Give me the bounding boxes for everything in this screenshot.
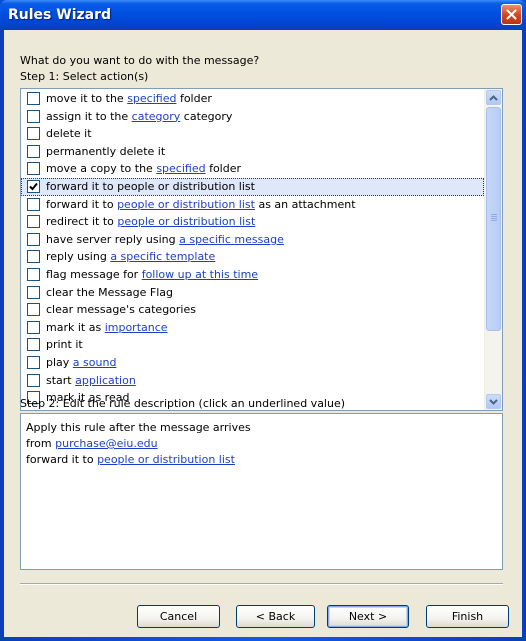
cancel-button[interactable]: Cancel xyxy=(137,605,220,628)
action-checkbox[interactable] xyxy=(27,285,40,299)
action-item[interactable]: assign it to the category category xyxy=(21,108,484,126)
action-item[interactable]: forward it to people or distribution lis… xyxy=(21,177,484,196)
action-text: redirect it to xyxy=(46,215,118,229)
grip-line xyxy=(491,220,497,221)
close-icon xyxy=(506,9,517,20)
question-label: What do you want to do with the message? xyxy=(20,54,260,67)
action-text: move it to the xyxy=(46,92,128,105)
action-item[interactable]: reply using a specific template xyxy=(21,248,484,266)
description-line: from purchase@eiu.edu xyxy=(26,436,497,452)
step1-label: Step 1: Select action(s) xyxy=(20,70,149,83)
description-line: forward it to people or distribution lis… xyxy=(26,452,497,468)
action-item[interactable]: flag message for follow up at this time xyxy=(21,266,484,284)
action-item[interactable]: have server reply using a specific messa… xyxy=(21,231,484,249)
chevron-down-icon xyxy=(489,398,498,405)
action-item[interactable]: mark it as importance xyxy=(21,319,484,337)
close-button[interactable] xyxy=(501,4,522,25)
action-value-link[interactable]: a specific message xyxy=(179,233,284,246)
action-checkbox[interactable] xyxy=(27,250,40,264)
action-text: delete it xyxy=(46,127,92,141)
action-text: forward it to xyxy=(46,197,118,211)
recipients-link[interactable]: people or distribution list xyxy=(97,453,235,466)
action-value-link[interactable]: application xyxy=(75,374,136,387)
action-value-link[interactable]: category xyxy=(132,110,181,123)
back-button[interactable]: < Back xyxy=(236,605,315,628)
action-text: assign it to the xyxy=(46,109,132,123)
action-checkbox[interactable] xyxy=(27,197,40,211)
action-item[interactable]: play a sound xyxy=(21,354,484,372)
action-checkbox[interactable] xyxy=(27,109,40,123)
grip-line xyxy=(491,218,497,219)
action-item[interactable]: redirect it to people or distribution li… xyxy=(21,213,484,231)
action-text: start xyxy=(46,373,76,387)
action-checkbox[interactable] xyxy=(27,303,40,317)
action-checkbox[interactable] xyxy=(27,232,40,246)
action-text: mark it as xyxy=(46,320,105,334)
scroll-thumb[interactable] xyxy=(486,107,501,331)
actions-scrollbar[interactable] xyxy=(484,89,502,410)
action-checkbox[interactable] xyxy=(27,338,40,352)
next-button[interactable]: Next > xyxy=(327,605,409,628)
action-checkbox[interactable] xyxy=(27,373,40,387)
action-text: clear message's categories xyxy=(46,303,196,317)
description-text: forward it to xyxy=(26,453,98,466)
action-item[interactable]: forward it to people or distribution lis… xyxy=(21,196,484,214)
action-item[interactable]: start application xyxy=(21,372,484,390)
action-value-link[interactable]: a specific template xyxy=(110,250,215,263)
action-checkbox[interactable] xyxy=(27,162,40,176)
action-text: folder xyxy=(205,162,242,176)
action-item[interactable]: print it xyxy=(21,336,484,354)
action-text: category xyxy=(180,109,233,123)
separator xyxy=(20,583,503,585)
action-text: flag message for xyxy=(46,267,142,281)
action-text: print it xyxy=(46,338,83,352)
action-checkbox[interactable] xyxy=(27,92,40,105)
finish-button[interactable]: Finish xyxy=(426,605,509,628)
rule-description-box[interactable]: Apply this rule after the message arrive… xyxy=(20,413,503,570)
checkmark-icon xyxy=(29,182,38,191)
action-value-link[interactable]: importance xyxy=(105,321,168,334)
action-value-link[interactable]: a sound xyxy=(73,356,117,369)
action-item[interactable]: move it to the specified folder xyxy=(21,90,484,108)
action-value-link[interactable]: follow up at this time xyxy=(142,268,258,281)
description-line: Apply this rule after the message arrive… xyxy=(26,421,251,434)
action-text: have server reply using xyxy=(46,232,180,246)
action-value-link[interactable]: people or distribution list xyxy=(117,215,255,228)
actions-list[interactable]: move it to the specified folder assign it… xyxy=(20,88,503,411)
grip-line xyxy=(491,214,497,215)
scroll-down-button[interactable] xyxy=(486,394,501,409)
action-item[interactable]: permanently delete it xyxy=(21,143,484,161)
action-item[interactable]: move a copy to the specified folder xyxy=(21,160,484,178)
action-text: move a copy to the xyxy=(46,162,157,176)
action-checkbox[interactable] xyxy=(27,320,40,334)
action-value-link[interactable]: people or distribution list xyxy=(117,198,255,211)
action-checkbox[interactable] xyxy=(27,179,40,193)
action-checkbox[interactable] xyxy=(27,267,40,281)
sender-address-link[interactable]: purchase@eiu.edu xyxy=(55,437,158,450)
action-text: permanently delete it xyxy=(46,144,166,158)
action-text: folder xyxy=(176,92,212,105)
action-checkbox[interactable] xyxy=(27,355,40,369)
action-value-link[interactable]: specified xyxy=(156,162,205,175)
action-item[interactable]: clear message's categories xyxy=(21,301,484,319)
chevron-up-icon xyxy=(489,94,498,101)
action-text: play xyxy=(46,355,73,369)
action-text: reply using xyxy=(46,250,111,264)
action-checkbox[interactable] xyxy=(27,144,40,158)
step2-label: Step 2: Edit the rule description (click… xyxy=(20,397,346,410)
action-text: as an attachment xyxy=(254,197,356,211)
action-text: clear the Message Flag xyxy=(46,285,173,299)
action-item[interactable]: clear the Message Flag xyxy=(21,284,484,302)
actions-items: move it to the specified folder assign it… xyxy=(21,90,484,407)
grip-line xyxy=(491,216,497,217)
scroll-up-button[interactable] xyxy=(486,90,501,105)
action-text: forward it to people or distribution lis… xyxy=(46,179,255,193)
window-title: Rules Wizard xyxy=(8,7,112,23)
action-checkbox[interactable] xyxy=(27,127,40,141)
title-bar[interactable]: Rules Wizard xyxy=(0,0,526,30)
action-value-link[interactable]: specified xyxy=(127,92,176,105)
action-item[interactable]: delete it xyxy=(21,125,484,143)
action-checkbox[interactable] xyxy=(27,215,40,229)
description-text: from xyxy=(26,437,56,450)
